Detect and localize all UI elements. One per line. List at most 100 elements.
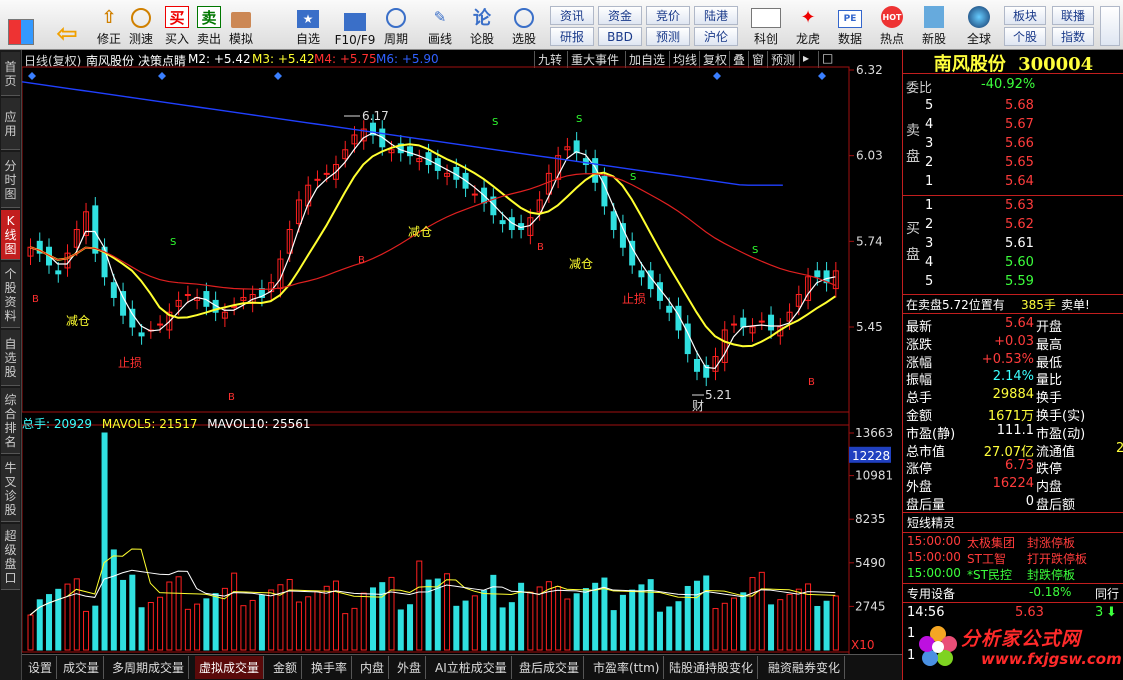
tab-virtual-volume[interactable]: 虚拟成交量 [195,656,265,679]
data-button[interactable]: PE 数据 [830,3,870,47]
hot-button[interactable]: HOT 热点 [872,3,912,47]
buy-signal-label: B [358,255,365,266]
watchlist-button[interactable]: ★ 自选 [288,3,328,47]
price-tick-label: 5.45 [856,320,883,334]
hk-connect-button[interactable]: 陆港 [694,6,738,25]
sell-level-1[interactable]: 1 5.64 [903,174,1123,192]
event-diamond-icon [818,72,826,80]
sell-level-4[interactable]: 4 5.67 [903,117,1123,135]
speed-button[interactable]: 测速 [126,3,156,47]
order-alert-action: 卖单! [1061,298,1090,312]
shanghai-london-button[interactable]: 沪伦 [694,27,738,46]
new-stock-button[interactable]: 新股 [914,3,954,47]
candle-body [573,140,580,154]
sprite-title-row: 短线精灵 [903,514,1123,532]
mavol5-label: MAVOL5: 21517 [101,417,198,431]
sell-level-5[interactable]: 5 5.68 [903,98,1123,116]
single-stock-button[interactable]: 个股 [1004,27,1046,46]
forecast-button[interactable]: 预测 [646,27,690,46]
sector-button[interactable]: 板块 [1004,6,1046,25]
linked-button[interactable]: 联播 [1052,6,1094,25]
tab-multi-period-volume[interactable]: 多周期成交量 [108,656,190,679]
kline-chart-area[interactable]: 日线(复权) 南风股份 决策点睛 M2: +5.42 M3: +5.42 M4:… [22,50,902,654]
tab-hk-holding[interactable]: 陆股通持股变化 [665,656,759,679]
buy-level-1[interactable]: 1 5.63 [903,198,1123,216]
sell-level-3[interactable]: 3 5.66 [903,136,1123,154]
sell-signal-label: S [170,237,176,248]
tab-ai-volume[interactable]: AI立桩成交量 [431,656,512,679]
news-button[interactable]: 资讯 [550,6,594,25]
kechuang-label: 科创 [753,32,778,46]
sprite-row[interactable]: 15:00:00 *ST民控 封跌停板 [903,566,1123,584]
tab-turnover[interactable]: 换手率 [307,656,353,679]
cai-label: 财 [692,399,704,413]
stat-label-right: 盘后额 [1036,498,1076,513]
sidebar-tab-ranking[interactable]: 综合排名 [1,388,20,454]
fix-button[interactable]: ⇧ 修正 [94,3,124,47]
auction-button[interactable]: 竞价 [646,6,690,25]
simulate-label: 模拟 [228,32,253,46]
sidebar-tab-diagnosis[interactable]: 牛叉诊股 [1,456,20,522]
candle-body [92,205,99,254]
sidebar-tab-apps[interactable]: 应用 [1,98,20,150]
tab-after-hours-volume[interactable]: 盘后成交量 [515,656,585,679]
volume-bar [407,604,414,651]
buy-level-2[interactable]: 2 5.62 [903,217,1123,235]
buy-button[interactable]: 买 买入 [162,3,192,47]
sidebar-tab-home[interactable]: 首页 [1,52,20,96]
ma-yellow-line [29,143,836,348]
sidebar-tab-stock-profile[interactable]: 个股资料 [1,262,20,328]
capital-button[interactable]: 资金 [598,6,642,25]
buy-level-4[interactable]: 4 5.60 [903,255,1123,273]
candle-body [110,282,117,298]
sell-button[interactable]: 卖 卖出 [194,3,224,47]
stat-row: 涨幅 +0.53% 最低 [903,352,1123,371]
sidebar-tab-intraday[interactable]: 分时图 [1,152,20,208]
buy-level-5[interactable]: 5 5.59 [903,274,1123,292]
sell-level-2[interactable]: 2 5.65 [903,155,1123,173]
price-tick-label: 6.32 [856,63,883,77]
tab-margin[interactable]: 融资融券变化 [764,656,846,679]
kechuang-button[interactable]: 科创 [746,3,786,47]
tab-outer[interactable]: 外盘 [393,656,427,679]
select-stock-button[interactable]: 选股 [504,3,544,47]
index-button[interactable]: 指数 [1052,27,1094,46]
sprite-time: 15:00:00 [907,550,961,564]
tab-pe-ttm[interactable]: 市盈率(ttm) [589,656,665,679]
discuss-button[interactable]: 论 论股 [464,3,500,47]
back-button[interactable]: ⇦ [52,3,82,49]
level-price: 5.59 [1005,274,1034,289]
global-button[interactable]: 全球 [960,3,998,47]
level-price: 5.67 [1005,117,1034,132]
research-button[interactable]: 研报 [550,27,594,46]
data-label: 数据 [837,32,862,46]
order-alert: 在卖盘5.72位置有 385手 卖单! [903,296,1123,314]
dragon-tiger-button[interactable]: ✦ 龙虎 [788,3,828,47]
stop-loss-label: 止损 [622,292,646,306]
industry-row[interactable]: 专用设备 -0.18% 同行 [903,585,1123,603]
f10-button[interactable]: F10/F9 [332,3,378,47]
buy-signal-label: B [228,392,235,403]
sell-icon: 卖 [197,6,221,28]
bbd-button[interactable]: BBD [598,27,642,46]
cycle-button[interactable]: 周期 [376,3,416,47]
sidebar-tab-label: 超级盘口 [4,528,17,585]
clock-icon [131,8,151,28]
stat-label: 涨跌 [906,337,933,353]
tab-amount[interactable]: 金额 [269,656,303,679]
logo-url: www.fxjgsw.com [981,650,1122,668]
volume-bar [64,583,71,651]
simulate-button[interactable]: 模拟 [226,3,256,47]
sidebar-tab-kline[interactable]: K线图 [1,210,20,260]
buy-level-3[interactable]: 3 5.61 [903,236,1123,254]
sidebar-tab-watchlist[interactable]: 自选股 [1,330,20,386]
tab-volume[interactable]: 成交量 [59,656,105,679]
grid-button[interactable] [6,3,36,47]
stat-label-right: 量比 [1036,373,1063,389]
industry-more[interactable]: 同行 [1095,585,1119,602]
more-button[interactable] [1100,6,1120,46]
draw-button[interactable]: ✎ 画线 [420,3,460,47]
tab-inner[interactable]: 内盘 [356,656,390,679]
tab-settings[interactable]: 设置 [24,656,58,679]
sidebar-tab-super-order[interactable]: 超级盘口 [1,524,20,590]
